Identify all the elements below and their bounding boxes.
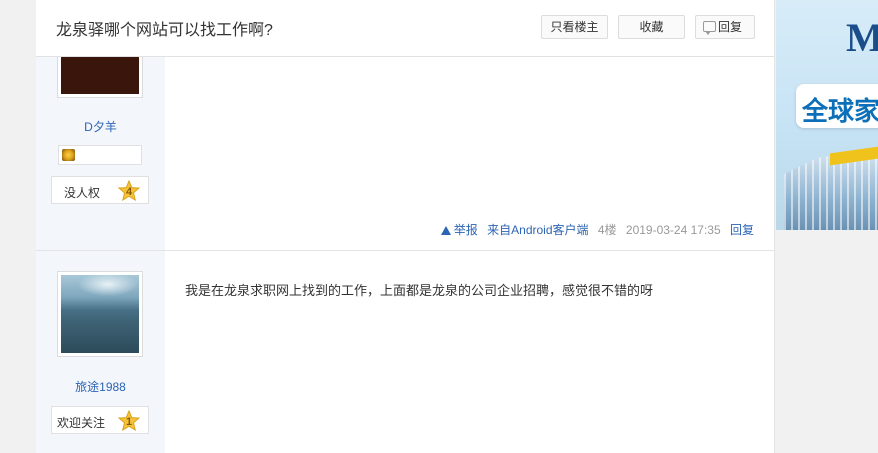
comment-icon: [703, 21, 716, 35]
favorite-button[interactable]: 收藏: [618, 15, 685, 39]
reply-button-label: 回复: [718, 20, 743, 34]
post-time: 2019-03-24 17:35: [625, 223, 721, 237]
thread-main: 龙泉驿哪个网站可以找工作啊? 只看楼主 收藏 回复 D夕羊 没人权 4 举报 来…: [36, 0, 775, 453]
ad-logo-letter: M: [846, 15, 878, 60]
avatar[interactable]: [57, 271, 143, 357]
medal-icon[interactable]: [62, 149, 75, 161]
thread-title: 龙泉驿哪个网站可以找工作啊?: [56, 22, 273, 39]
ad-banner[interactable]: M 全球家居: [776, 0, 878, 230]
badge-row: [58, 145, 142, 165]
level-title: 没人权: [64, 186, 101, 200]
avatar-image: [61, 275, 139, 353]
level-star-icon: 1: [118, 410, 140, 431]
level-badge[interactable]: 没人权 4: [51, 176, 149, 204]
reply-link[interactable]: 回复: [730, 223, 754, 237]
level-title: 欢迎关注: [57, 416, 106, 430]
username-link[interactable]: 旅途1988: [36, 378, 165, 395]
reply-button[interactable]: 回复: [695, 15, 755, 39]
level-number: 1: [126, 416, 132, 428]
post-content: 我是在龙泉求职网上找到的工作，上面都是龙泉的公司企业招聘，感觉很不错的呀: [185, 283, 654, 298]
warning-icon: [440, 226, 451, 235]
client-source-link[interactable]: 来自Android客户端: [487, 223, 588, 237]
ad-slogan-box: 全球家居: [796, 84, 878, 128]
report-link[interactable]: 举报: [440, 223, 478, 237]
post-author-sidebar: 旅途1988 欢迎关注 1: [36, 251, 165, 453]
thread-title-bar: 龙泉驿哪个网站可以找工作啊? 只看楼主 收藏 回复: [36, 0, 774, 57]
level-star-icon: 4: [118, 180, 140, 201]
level-badge[interactable]: 欢迎关注 1: [51, 406, 149, 434]
only-op-button[interactable]: 只看楼主: [541, 15, 608, 39]
username-link[interactable]: D夕羊: [36, 118, 165, 135]
post-footer: 举报 来自Android客户端 4楼 2019-03-24 17:35 回复: [435, 221, 754, 238]
ad-slogan: 全球家居: [802, 96, 878, 126]
floor-number: 4楼: [597, 223, 617, 237]
level-number: 4: [126, 186, 133, 198]
